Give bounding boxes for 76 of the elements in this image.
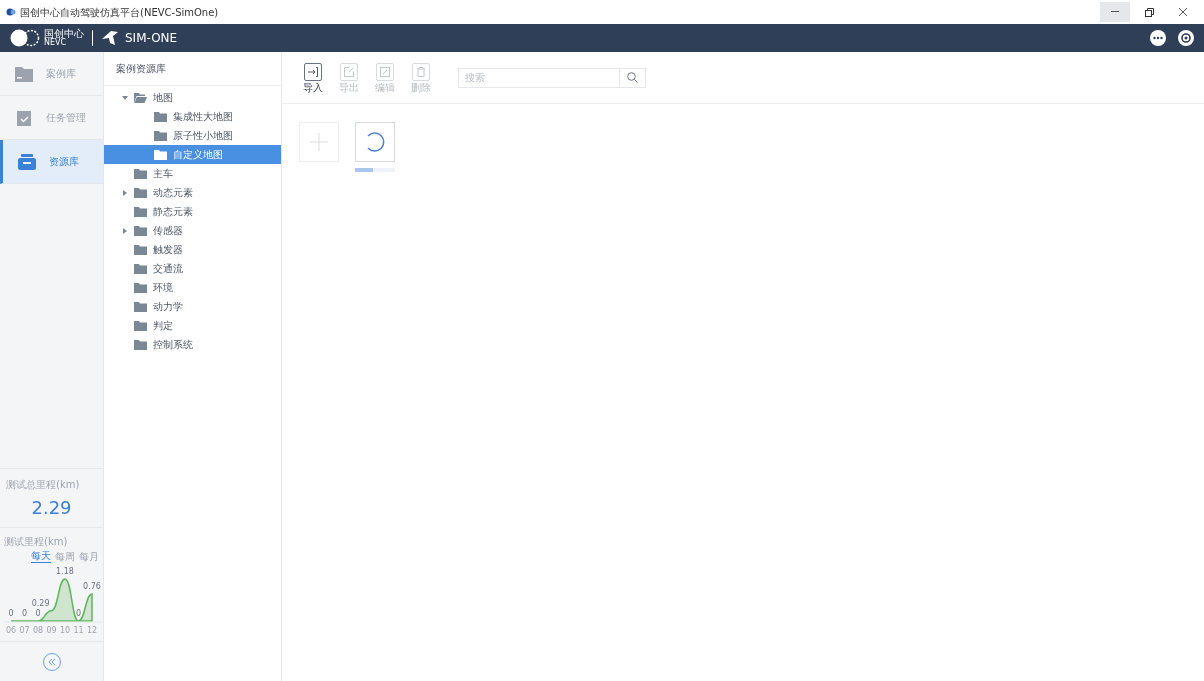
folder-icon [134, 206, 147, 217]
plus-icon [310, 133, 328, 151]
data-label: 0 [8, 609, 14, 618]
axis-label: 06 [5, 626, 17, 635]
axis-label: 08 [32, 626, 44, 635]
spinner-icon [364, 131, 386, 153]
folder-icon [154, 130, 167, 141]
folder-icon [134, 263, 147, 274]
folder-icon [134, 320, 147, 331]
tree-title: 案例资源库 [116, 62, 166, 76]
search-field[interactable]: 搜索 [458, 67, 620, 88]
window-title: 国创中心自动驾驶仿真平台(NEVC-SimOne) [20, 5, 219, 20]
axis-label: 09 [46, 626, 57, 635]
minimize-icon [1111, 11, 1119, 13]
tree-item[interactable]: 原子性小地图 [104, 126, 281, 145]
toolbar-button[interactable]: 导入 [300, 62, 326, 93]
folder-icon [14, 64, 34, 83]
logo-text: 国创中心 [44, 29, 84, 39]
double-chevron-left-icon [47, 657, 56, 666]
caret-right-icon[interactable] [122, 227, 128, 234]
clipboard-check-icon [14, 108, 34, 127]
axis-label: 12 [86, 626, 98, 635]
tree-item[interactable]: 集成性大地图 [104, 107, 281, 126]
total-mileage-label: 测试总里程(km) [6, 478, 81, 492]
folder-icon [134, 339, 147, 350]
folder-icon [134, 301, 147, 312]
folder-icon [134, 168, 147, 179]
open-folder-icon [134, 92, 147, 103]
restore-icon [1144, 7, 1154, 17]
logo-icon [10, 29, 40, 47]
folder-icon [134, 187, 147, 198]
tray-icon [17, 152, 37, 171]
tree-item[interactable]: 主车 [104, 164, 281, 183]
product-name: SIM-ONE [125, 30, 178, 47]
tree-item[interactable]: 地图 [104, 88, 281, 107]
more-icon[interactable] [1150, 30, 1166, 46]
app-icon [6, 8, 16, 16]
tree-item[interactable]: 传感器 [104, 221, 281, 240]
export-icon [343, 65, 355, 78]
product-logo-icon [101, 30, 119, 46]
tree-item[interactable]: 判定 [104, 316, 281, 335]
caret-down-icon[interactable] [122, 94, 128, 101]
folder-icon [134, 244, 147, 255]
tree-item[interactable]: 动态元素 [104, 183, 281, 202]
search-button[interactable] [620, 67, 646, 88]
data-label: 0.76 [83, 581, 101, 591]
sign-in-icon [307, 65, 319, 78]
logo-subtext: NEVC [44, 39, 67, 47]
tree-item[interactable]: 环境 [104, 278, 281, 297]
tree-item[interactable]: 交通流 [104, 259, 281, 278]
axis-label: 10 [59, 626, 71, 635]
search-icon [627, 72, 638, 83]
caret-right-icon[interactable] [122, 189, 128, 196]
data-label: 0.29 [31, 598, 50, 608]
close-icon [1179, 8, 1187, 16]
data-label: 0 [21, 609, 28, 618]
settings-icon[interactable] [1178, 30, 1194, 46]
folder-icon [154, 111, 167, 122]
folder-icon [134, 282, 147, 293]
axis-label: 11 [73, 626, 84, 635]
tree-item[interactable]: 静态元素 [104, 202, 281, 221]
axis-label: 07 [19, 626, 30, 635]
tree-item[interactable]: 触发器 [104, 240, 281, 259]
folder-icon [134, 225, 147, 236]
trash-icon [415, 65, 427, 78]
mileage-chart-title: 测试里程(km) [4, 535, 69, 549]
folder-icon [154, 149, 167, 160]
data-label: 0 [35, 609, 41, 618]
period-tab[interactable]: 每天 [31, 551, 51, 563]
data-label: 1.18 [56, 567, 74, 576]
total-mileage-value: 2.29 [31, 496, 72, 520]
data-label: 0 [75, 609, 82, 618]
nav-item[interactable]: 资源库 [0, 140, 103, 184]
edit-icon [379, 65, 391, 78]
tree-item[interactable]: 动力学 [104, 297, 281, 316]
tree-item[interactable]: 控制系统 [104, 335, 281, 354]
